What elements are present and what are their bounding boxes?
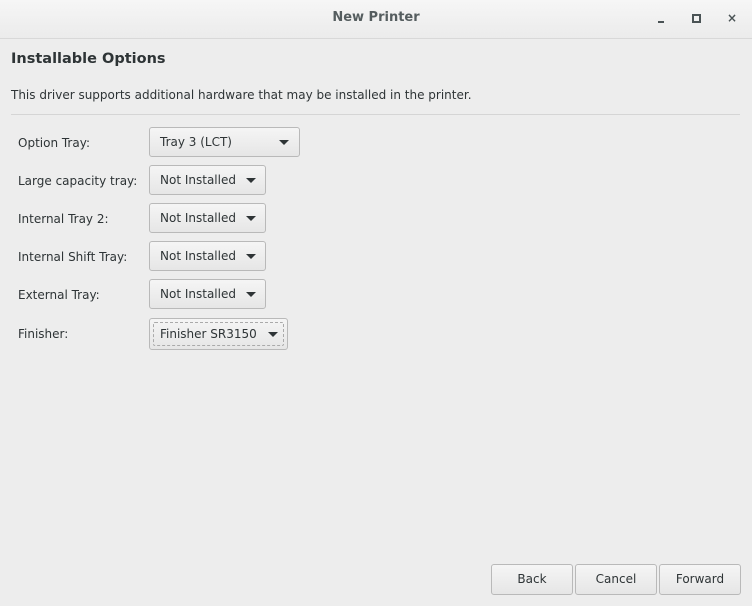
internal-shift-tray-label: Internal Shift Tray:: [18, 250, 128, 264]
close-button[interactable]: ×: [724, 10, 740, 26]
page-title: Installable Options: [11, 51, 166, 67]
close-icon: ×: [726, 11, 738, 25]
external-tray-value: Not Installed: [160, 287, 236, 301]
internal-shift-tray-value: Not Installed: [160, 249, 236, 263]
external-tray-label: External Tray:: [18, 288, 100, 302]
large-capacity-tray-value: Not Installed: [160, 173, 236, 187]
finisher-value: Finisher SR3150: [160, 327, 257, 341]
dropdown-arrow-icon: [246, 216, 256, 221]
page-description: This driver supports additional hardware…: [11, 88, 472, 102]
finisher-combo[interactable]: Finisher SR3150: [149, 318, 288, 350]
internal-tray-2-label: Internal Tray 2:: [18, 212, 109, 226]
window-title: New Printer: [332, 10, 420, 25]
minimize-icon: [658, 21, 664, 23]
internal-tray-2-value: Not Installed: [160, 211, 236, 225]
dropdown-arrow-icon: [246, 292, 256, 297]
title-bar[interactable]: New Printer ×: [0, 0, 752, 39]
option-tray-label: Option Tray:: [18, 136, 90, 150]
separator: [11, 114, 740, 115]
option-tray-value: Tray 3 (LCT): [160, 135, 232, 149]
forward-button[interactable]: Forward: [659, 564, 741, 595]
finisher-label: Finisher:: [18, 327, 69, 341]
external-tray-combo[interactable]: Not Installed: [149, 279, 266, 309]
maximize-icon: [692, 14, 701, 23]
internal-shift-tray-combo[interactable]: Not Installed: [149, 241, 266, 271]
dropdown-arrow-icon: [268, 332, 278, 337]
cancel-button[interactable]: Cancel: [575, 564, 657, 595]
dropdown-arrow-icon: [246, 178, 256, 183]
dropdown-arrow-icon: [279, 140, 289, 145]
dropdown-arrow-icon: [246, 254, 256, 259]
internal-tray-2-combo[interactable]: Not Installed: [149, 203, 266, 233]
minimize-button[interactable]: [654, 10, 670, 26]
large-capacity-tray-label: Large capacity tray:: [18, 174, 138, 188]
maximize-button[interactable]: [688, 10, 704, 26]
back-button[interactable]: Back: [491, 564, 573, 595]
large-capacity-tray-combo[interactable]: Not Installed: [149, 165, 266, 195]
option-tray-combo[interactable]: Tray 3 (LCT): [149, 127, 300, 157]
